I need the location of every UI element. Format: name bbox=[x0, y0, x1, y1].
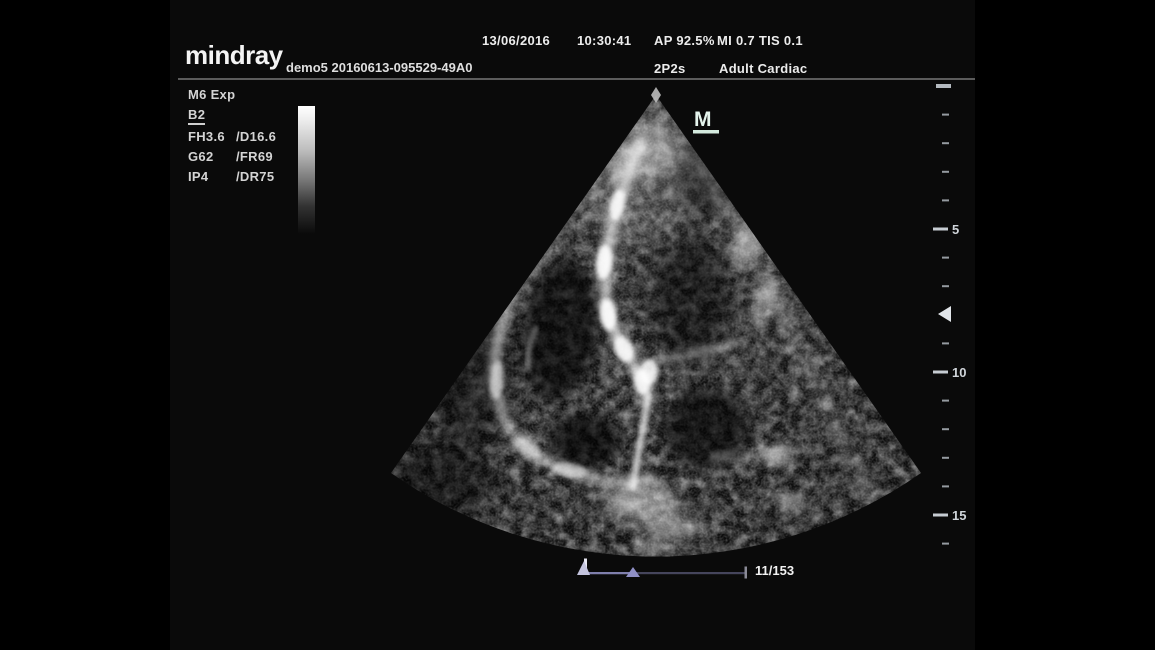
cine-track-played bbox=[586, 572, 633, 574]
ruler-tick bbox=[933, 371, 948, 374]
ruler-tick bbox=[933, 514, 948, 517]
ultrasound-machine-screen: mindray demo5 20160613-095529-49A0 13/06… bbox=[0, 0, 1155, 650]
ruler-tick bbox=[942, 457, 949, 459]
orientation-marker-letter: M bbox=[694, 108, 712, 131]
focus-marker[interactable] bbox=[938, 306, 951, 322]
orientation-marker: M bbox=[693, 108, 719, 134]
ruler-tick bbox=[942, 485, 949, 487]
ruler-tick bbox=[942, 114, 949, 116]
display-area: mindray demo5 20160613-095529-49A0 13/06… bbox=[170, 0, 975, 650]
ruler-tick bbox=[942, 543, 949, 545]
ruler-tick bbox=[942, 428, 949, 430]
ruler-tick bbox=[936, 84, 951, 88]
orientation-marker-underline bbox=[693, 130, 719, 134]
depth-label-5: 5 bbox=[952, 222, 959, 237]
cine-start-flag bbox=[577, 561, 590, 575]
cine-scrubber bbox=[577, 559, 747, 579]
ruler-tick bbox=[942, 257, 949, 259]
ruler-tick bbox=[942, 171, 949, 173]
ruler-tick bbox=[942, 142, 949, 144]
ruler-tick bbox=[942, 285, 949, 287]
ultrasound-image: M 5 10 15 bbox=[170, 0, 975, 650]
ruler-tick bbox=[933, 228, 948, 231]
ruler-tick bbox=[942, 400, 949, 402]
ruler-tick bbox=[942, 342, 949, 344]
depth-label-15: 15 bbox=[952, 508, 966, 523]
echo-sector bbox=[380, 80, 930, 575]
cine-end-tick bbox=[745, 567, 748, 579]
depth-label-10: 10 bbox=[952, 365, 966, 380]
ruler-tick bbox=[942, 199, 949, 201]
